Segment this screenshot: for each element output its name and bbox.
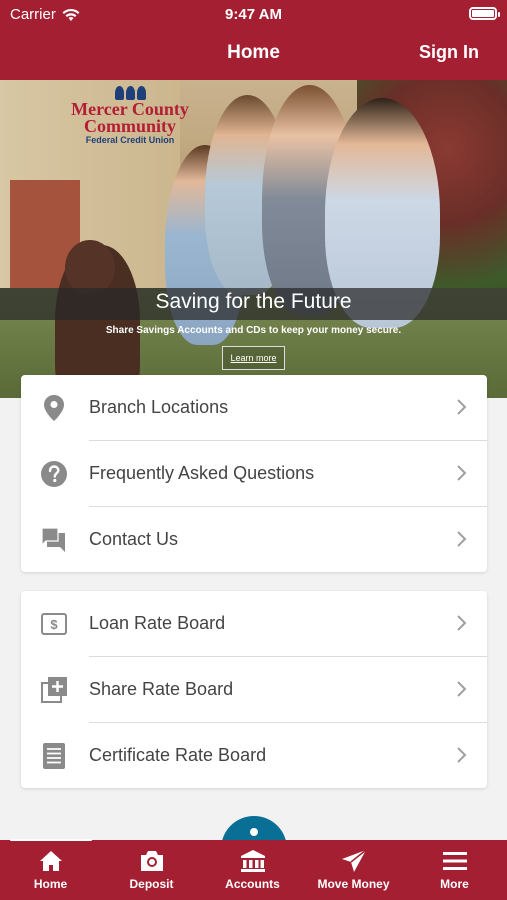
contact-us-item[interactable]: Contact Us xyxy=(21,507,487,573)
logo-people-icon xyxy=(64,86,196,100)
send-icon xyxy=(342,849,367,872)
tab-deposit-label: Deposit xyxy=(129,877,174,891)
chevron-right-icon xyxy=(457,399,467,415)
chevron-right-icon xyxy=(457,465,467,481)
battery-icon xyxy=(469,7,500,20)
chevron-right-icon xyxy=(457,531,467,547)
home-icon xyxy=(40,851,62,871)
faq-item[interactable]: Frequently Asked Questions xyxy=(21,441,487,507)
tab-more-label: More xyxy=(440,877,469,891)
branch-locations-item[interactable]: Branch Locations xyxy=(21,375,487,441)
menu-icon xyxy=(443,852,467,870)
document-icon xyxy=(41,743,67,769)
credit-union-logo: Mercer County Community Federal Credit U… xyxy=(64,86,196,156)
tab-accounts-label: Accounts xyxy=(225,877,280,891)
sign-in-button[interactable]: Sign In xyxy=(419,42,479,63)
info-icon xyxy=(250,828,258,836)
tab-move-money[interactable]: Move Money xyxy=(303,840,404,900)
add-box-icon xyxy=(41,677,67,703)
branch-locations-label: Branch Locations xyxy=(89,397,229,417)
chevron-right-icon xyxy=(457,681,467,697)
loan-rate-board-label: Loan Rate Board xyxy=(89,613,226,633)
share-rate-board-item[interactable]: Share Rate Board xyxy=(21,657,487,723)
rates-menu-card: $ Loan Rate Board Share Rate Board Certi… xyxy=(21,591,487,788)
share-rate-board-label: Share Rate Board xyxy=(89,679,234,699)
logo-line-3: Federal Credit Union xyxy=(85,135,175,145)
info-menu-card: Branch Locations Frequently Asked Questi… xyxy=(21,375,487,572)
hero-subtitle: Share Savings Accounts and CDs to keep y… xyxy=(105,325,402,336)
camera-icon xyxy=(141,851,163,871)
tab-home-label: Home xyxy=(33,877,68,891)
faq-label: Frequently Asked Questions xyxy=(89,463,315,483)
learn-more-button[interactable]: Learn more xyxy=(222,346,285,370)
navigation-bar: Home Sign In xyxy=(0,28,507,80)
certificate-rate-board-label: Certificate Rate Board xyxy=(89,745,267,765)
certificate-rate-board-item[interactable]: Certificate Rate Board xyxy=(21,723,487,789)
logo-line-2: Community xyxy=(83,116,176,136)
clock: 9:47 AM xyxy=(225,6,282,23)
chevron-right-icon xyxy=(457,615,467,631)
question-icon xyxy=(41,461,67,487)
tab-accounts[interactable]: Accounts xyxy=(202,840,303,900)
dollar-icon: $ xyxy=(41,611,67,637)
chevron-right-icon xyxy=(457,747,467,763)
tab-move-money-label: Move Money xyxy=(317,877,390,891)
status-bar: Carrier 9:47 AM xyxy=(0,0,507,28)
svg-text:$: $ xyxy=(50,617,58,632)
tab-home[interactable]: Home xyxy=(0,840,101,900)
tab-bar: Home Deposit Accounts Move Money More xyxy=(0,839,507,900)
bank-icon xyxy=(241,850,265,872)
contact-us-label: Contact Us xyxy=(89,529,179,549)
loan-rate-board-item[interactable]: $ Loan Rate Board xyxy=(21,591,487,657)
chat-icon xyxy=(41,527,67,553)
tab-more[interactable]: More xyxy=(404,840,505,900)
tab-deposit[interactable]: Deposit xyxy=(101,840,202,900)
map-pin-icon xyxy=(41,395,67,421)
hero-title: Saving for the Future xyxy=(155,290,352,313)
